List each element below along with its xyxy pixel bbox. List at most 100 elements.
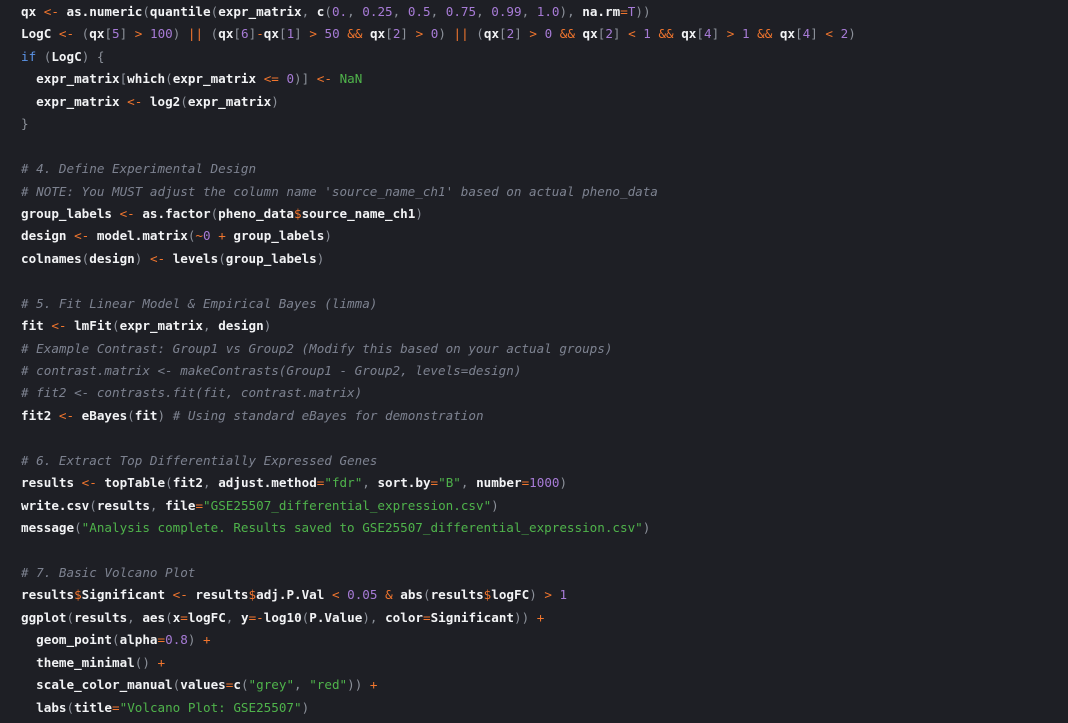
code-token: (: [165, 609, 173, 625]
code-token: ): [172, 26, 188, 42]
code-token: $: [294, 205, 302, 221]
code-token: "B": [438, 475, 461, 491]
code-token: alpha: [119, 632, 158, 648]
code-token: (: [165, 71, 173, 87]
code-token: ,: [392, 4, 408, 19]
code-token: ): [187, 632, 204, 648]
code-editor[interactable]: qx <- as.numeric(quantile(expr_matrix, c…: [0, 0, 1068, 723]
code-token: 100: [149, 26, 173, 42]
code-token: # contrast.matrix <- makeContrasts(Group…: [21, 363, 522, 378]
code-token: fit: [134, 407, 158, 423]
code-line: LogC <- (qx[5] > 100) || (qx[6]-qx[1] > …: [21, 23, 856, 45]
code-token: <-: [127, 93, 143, 109]
code-token: (: [74, 520, 82, 536]
code-line: # 6. Extract Top Differentially Expresse…: [21, 450, 856, 472]
code-token: ,: [430, 4, 446, 19]
code-token: # 4. Define Experimental Design: [21, 161, 257, 177]
code-token: "GSE25507_differential_expression.csv": [203, 497, 492, 513]
code-token: 0.: [331, 4, 348, 19]
code-token: ): [438, 26, 454, 42]
code-token: (: [240, 677, 249, 693]
code-token: <-: [149, 250, 166, 266]
code-token: <-: [119, 205, 135, 221]
code-token: topTable: [96, 475, 166, 491]
code-token: (: [423, 587, 431, 603]
code-token: qx: [21, 4, 44, 19]
code-line: # 7. Basic Volcano Plot: [21, 562, 856, 584]
code-token: if: [21, 48, 37, 64]
code-token: ): [301, 699, 310, 715]
code-token: ]: [400, 26, 416, 42]
code-token: (: [66, 699, 75, 715]
code-token: LogC: [51, 48, 82, 64]
code-token: ]: [514, 26, 530, 42]
code-token: ): [271, 93, 279, 109]
code-token: ggplot: [21, 609, 67, 625]
code-token: (: [324, 4, 332, 19]
code-token: [: [233, 26, 242, 42]
code-token: ~: [195, 228, 204, 244]
code-token: qx: [779, 26, 796, 42]
code-token: =: [195, 497, 204, 513]
code-token: logFC: [187, 609, 226, 625]
code-token: (: [66, 609, 75, 625]
code-token: ,: [362, 475, 378, 491]
code-token: log10: [263, 609, 302, 625]
code-token: <-: [43, 4, 59, 19]
code-token: )): [635, 4, 651, 19]
code-token: [: [696, 26, 704, 42]
code-line: theme_minimal() +: [21, 652, 856, 674]
code-line: # 4. Define Experimental Design: [21, 158, 856, 180]
code-token: # 5. Fit Linear Model & Empirical Bayes …: [21, 295, 378, 311]
code-token: log2: [142, 93, 181, 109]
code-token: message: [21, 520, 75, 536]
code-token: design: [89, 250, 135, 266]
code-line: results <- topTable(fit2, adjust.method =…: [21, 472, 856, 494]
code-token: "Analysis complete. Results saved to GSE…: [81, 520, 643, 536]
code-token: +: [203, 632, 211, 648]
code-token: "grey": [248, 677, 295, 693]
code-line: expr_matrix[which(expr_matrix <= 0)] <- …: [21, 68, 856, 90]
code-token: (: [142, 4, 150, 19]
code-token: ,: [460, 475, 477, 491]
code-token: # Using standard eBayes for demonstratio…: [172, 407, 484, 423]
code-token: [: [278, 26, 287, 42]
code-token: (: [112, 632, 120, 648]
code-token: ): [157, 407, 173, 423]
code-line: # 5. Fit Linear Model & Empirical Bayes …: [21, 293, 856, 315]
code-token: +: [218, 228, 226, 244]
code-token: ]: [294, 26, 310, 42]
code-token: fit2: [172, 475, 204, 491]
code-line: geom_point(alpha=0.8) +: [21, 629, 856, 651]
code-token: # NOTE: You MUST adjust the column name …: [21, 183, 658, 199]
code-block[interactable]: qx <- as.numeric(quantile(expr_matrix, c…: [21, 1, 856, 719]
code-token: expr_matrix: [21, 93, 128, 109]
code-token: na.rm: [582, 4, 621, 19]
code-token: expr_matrix: [21, 71, 120, 87]
code-token: ,: [203, 318, 219, 334]
code-token: [: [385, 26, 393, 42]
code-line: results$Significant <- results$adj.P.Val…: [21, 584, 856, 606]
code-token: (: [36, 48, 52, 64]
code-token: -: [256, 26, 264, 42]
code-token: qx: [582, 26, 598, 42]
code-token: <-: [81, 475, 97, 491]
code-token: <: [825, 26, 834, 42]
code-token: color: [385, 609, 423, 625]
code-token: pheno_data: [218, 205, 294, 221]
code-token: c: [233, 677, 241, 693]
code-token: adj.P.Val: [256, 587, 332, 603]
code-line: fit <- lmFit(expr_matrix, design): [21, 315, 856, 337]
code-token: expr_matrix: [172, 71, 264, 87]
code-token: labs: [21, 699, 67, 715]
code-token: 0: [286, 71, 295, 87]
